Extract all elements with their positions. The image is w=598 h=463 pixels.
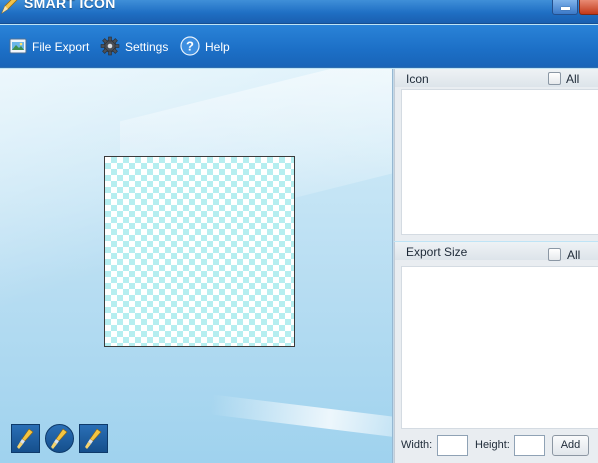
help-icon: ? xyxy=(180,35,200,59)
settings-label: Settings xyxy=(125,40,169,54)
export-all-label: All xyxy=(567,248,581,262)
height-input[interactable] xyxy=(514,435,545,456)
title-bar: SMART ICON xyxy=(0,0,598,24)
background-streak xyxy=(209,394,392,444)
export-size-panel: Export Size All Width: Height: Add xyxy=(394,242,598,463)
brush-tool-button-2[interactable] xyxy=(45,424,74,453)
file-export-icon xyxy=(9,37,27,58)
export-all-checkbox[interactable] xyxy=(548,248,561,261)
icon-all-checkbox[interactable] xyxy=(548,72,561,85)
close-button[interactable] xyxy=(579,0,598,15)
add-size-button[interactable]: Add xyxy=(552,435,589,456)
icon-all-label: All xyxy=(566,72,580,86)
size-input-row: Width: Height: Add xyxy=(395,434,598,458)
export-panel-title: Export Size xyxy=(406,245,468,259)
gear-icon xyxy=(100,36,120,59)
minimize-button[interactable] xyxy=(552,0,578,15)
file-export-label: File Export xyxy=(32,40,90,54)
file-export-button[interactable]: File Export xyxy=(9,36,89,58)
height-label: Height: xyxy=(475,439,510,451)
help-button[interactable]: ? Help xyxy=(180,35,230,59)
icon-list[interactable] xyxy=(401,89,598,235)
svg-text:?: ? xyxy=(186,38,194,53)
icon-preview-canvas[interactable] xyxy=(104,156,295,347)
width-input[interactable] xyxy=(437,435,468,456)
brush-tool-button-1[interactable] xyxy=(11,424,40,453)
toolbar: File Export Settings ? Help xyxy=(0,25,598,68)
minimize-icon xyxy=(561,7,570,10)
icon-panel-title: Icon xyxy=(406,72,429,86)
settings-button[interactable]: Settings xyxy=(100,36,168,58)
brush-tool-button-3[interactable] xyxy=(79,424,108,453)
export-panel-header: Export Size All xyxy=(395,242,598,262)
icon-panel: Icon All xyxy=(394,69,598,241)
canvas-area xyxy=(0,69,392,463)
app-title: SMART ICON xyxy=(24,0,116,11)
pencil-icon xyxy=(0,0,18,15)
icon-panel-header: Icon All xyxy=(395,69,598,87)
width-label: Width: xyxy=(401,439,433,451)
help-label: Help xyxy=(205,40,230,54)
export-size-list[interactable] xyxy=(401,266,598,429)
